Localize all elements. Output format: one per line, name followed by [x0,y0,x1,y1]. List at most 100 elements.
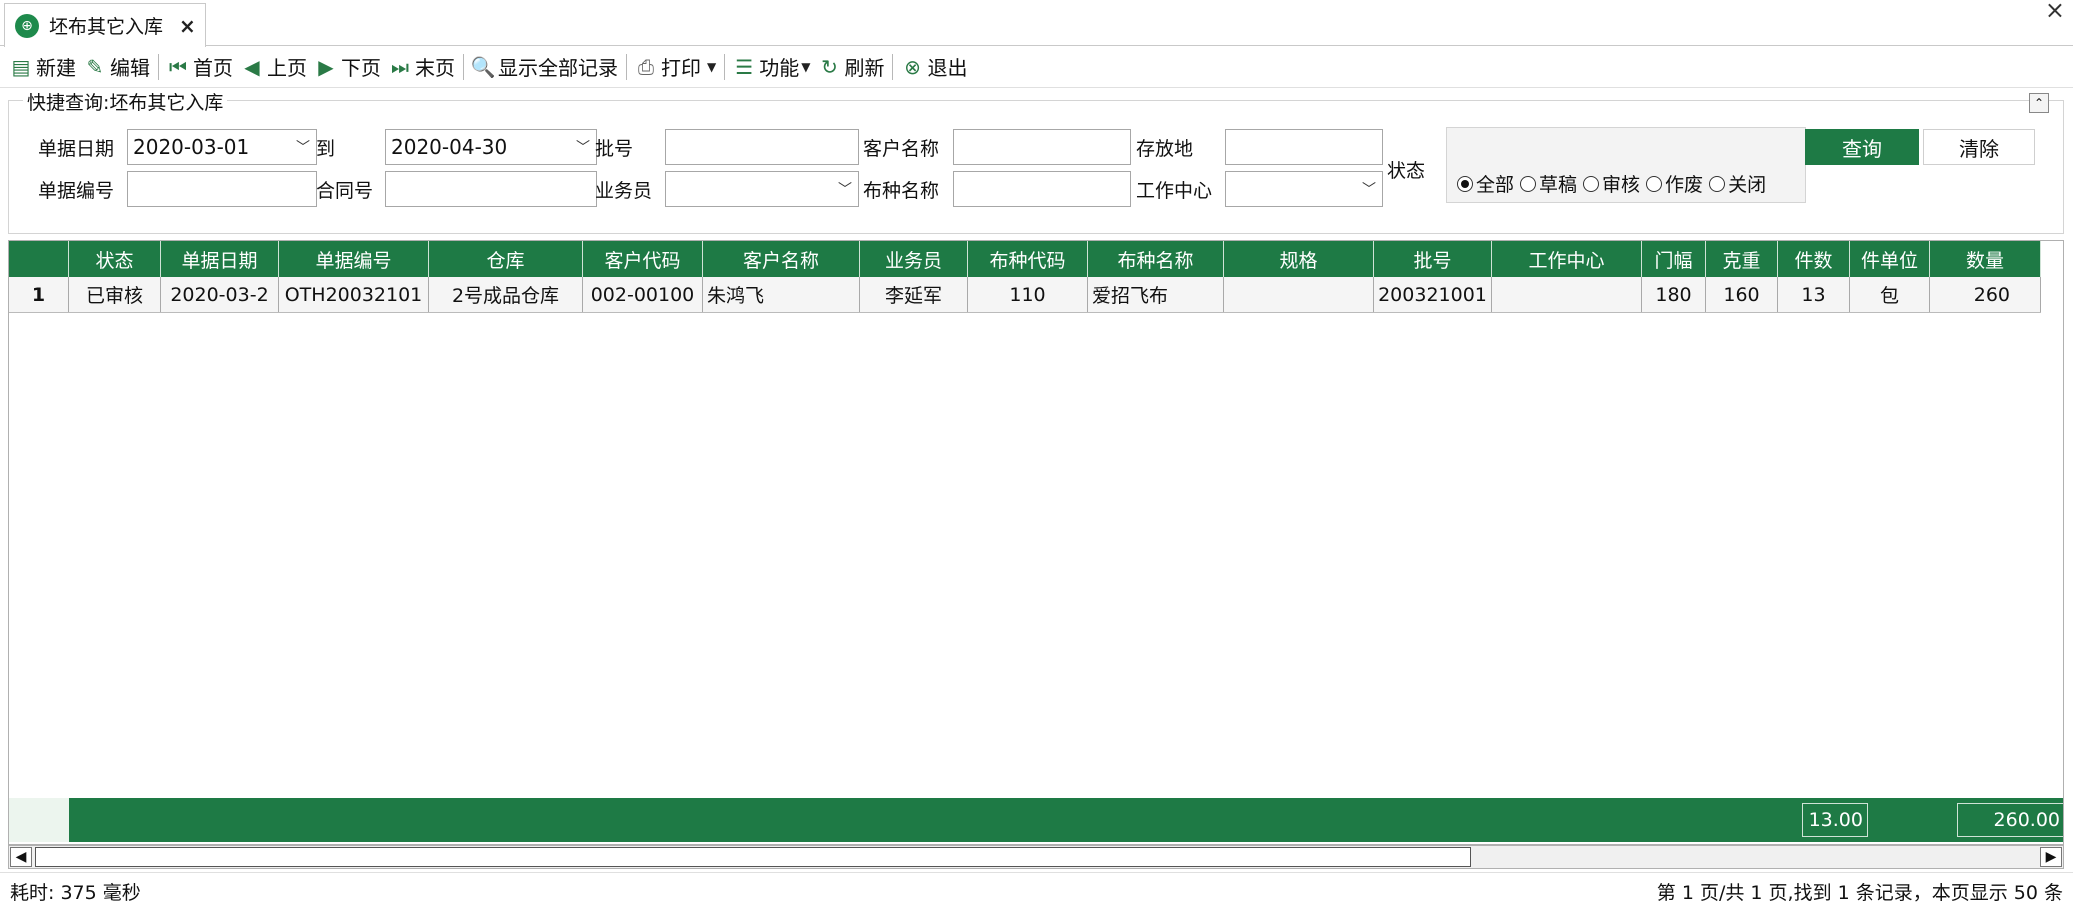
status-bar: 耗时: 375 毫秒 第 1 页/共 1 页,找到 1 条记录，本页显示 50 … [0,872,2073,910]
grid-header: 状态 单据日期 单据编号 仓库 客户代码 客户名称 业务员 布种代码 布种名称 规格 批号 工作中心门… [9,241,2041,277]
query-button[interactable]: 查询 [1805,129,1919,165]
cell-salesman: 李延军 [860,277,968,312]
scrollbar-thumb[interactable] [35,847,1471,867]
cell-width: 180 [1642,277,1706,312]
column-header-customer-name[interactable]: 客户名称 [703,241,860,277]
data-grid: 状态 单据日期 单据编号 仓库 客户代码 客户名称 业务员 布种代码 布种名称 规格 批号 工作中心门… [8,240,2064,845]
globe-icon: ⊕ [15,13,39,38]
first-page-icon: ⏮ [169,54,187,79]
print-button[interactable]: ⎙ 打印 ▼ [631,50,720,84]
date-from-field[interactable]: 2020-03-01 ﹀ [127,129,317,165]
column-header-fabric-name[interactable]: 布种名称 [1088,241,1224,277]
status-group: 全部 草稿 审核 作废 关闭 [1446,127,1806,203]
window-close-icon[interactable]: × [2045,0,2065,24]
next-icon: ▶ [318,54,334,79]
last-page-button[interactable]: ⏭ 末页 [385,50,459,84]
radio-selected-icon [1457,175,1473,192]
tab-bar: ⊕ 坯布其它入库 × × [0,0,2073,47]
exit-label: 退出 [927,56,968,80]
contract-label: 合同号 [316,180,374,202]
column-header-doc-date[interactable]: 单据日期 [161,241,279,277]
horizontal-scrollbar[interactable]: ◀ ▶ [8,845,2064,869]
chevron-down-icon: ▼ [801,59,811,74]
doc-no-label: 单据编号 [38,180,115,202]
toolbar-separator [626,53,627,80]
column-header-warehouse[interactable]: 仓库 [429,241,583,277]
totals-row-indicator [9,798,69,842]
contract-input[interactable] [385,171,597,207]
total-pieces: 13.00 [1802,803,1868,837]
refresh-label: 刷新 [844,56,885,80]
column-header-fabric-code[interactable]: 布种代码 [968,241,1088,277]
storage-input[interactable] [1225,129,1383,165]
status-radio-void[interactable]: 作废 [1646,170,1703,197]
status-radio-approved[interactable]: 审核 [1583,170,1640,197]
column-header-pieces[interactable]: 件数 [1778,241,1850,277]
next-page-button[interactable]: ▶ 下页 [311,50,385,84]
elapsed-time: 耗时: 375 毫秒 [10,882,141,904]
toolbar-separator [158,53,159,80]
cell-weight: 160 [1706,277,1778,312]
status-radio-closed[interactable]: 关闭 [1709,170,1766,197]
toolbar-separator [463,53,464,80]
collapse-icon[interactable]: ⌃ [2029,93,2049,113]
cell-customer-code: 002-00100 [583,277,703,312]
status-radio-draft[interactable]: 草稿 [1520,170,1577,197]
column-header-doc-no[interactable]: 单据编号 [279,241,429,277]
table-row[interactable]: 1 已审核 2020-03-2 OTH20032101 2号成品仓库 002-00100 朱… [9,277,2041,313]
column-header-weight[interactable]: 克重 [1706,241,1778,277]
cell-warehouse: 2号成品仓库 [429,277,583,312]
customer-name-label: 客户名称 [863,138,940,160]
clear-button[interactable]: 清除 [1923,129,2035,165]
column-header-salesman[interactable]: 业务员 [860,241,968,277]
doc-no-input[interactable] [127,171,317,207]
close-circle-icon: ⊗ [904,54,921,79]
last-page-icon: ⏭ [391,54,409,79]
cell-row-number: 1 [9,277,69,312]
column-header-piece-unit[interactable]: 件单位 [1850,241,1930,277]
status-option-label: 关闭 [1728,174,1767,196]
tab-close-icon[interactable]: × [179,14,196,38]
functions-button[interactable]: ☰ 功能 ▼ [729,50,814,84]
refresh-button[interactable]: ↻ 刷新 [814,50,888,84]
paging-info: 第 1 页/共 1 页,找到 1 条记录，本页显示 50 条 [1656,882,2063,904]
scroll-left-icon[interactable]: ◀ [10,847,32,867]
column-header-status[interactable]: 状态 [69,241,161,277]
prev-page-button[interactable]: ◀ 上页 [237,50,311,84]
scroll-right-icon[interactable]: ▶ [2040,847,2062,867]
column-header-width[interactable]: 门幅 [1642,241,1706,277]
edit-button[interactable]: ✎ 编辑 [80,50,154,84]
batch-input[interactable] [665,129,859,165]
column-header-spec[interactable]: 规格 [1224,241,1374,277]
prev-icon: ◀ [244,54,260,79]
column-header-customer-code[interactable]: 客户代码 [583,241,703,277]
date-to-value: 2020-04-30 [391,135,508,159]
status-radio-all[interactable]: 全部 [1457,170,1514,197]
fabric-name-input[interactable] [953,171,1131,207]
status-option-label: 全部 [1476,174,1515,196]
first-page-button[interactable]: ⏮ 首页 [163,50,237,84]
show-all-button[interactable]: 🔍 显示全部记录 [468,50,622,84]
work-center-select[interactable]: ﹀ [1225,171,1383,207]
list-icon: ☰ [735,54,754,79]
chevron-down-icon: ﹀ [296,140,310,156]
salesman-select[interactable]: ﹀ [665,171,859,207]
column-header-batch-no[interactable]: 批号 [1374,241,1492,277]
storage-label: 存放地 [1136,138,1194,160]
date-to-field[interactable]: 2020-04-30 ﹀ [385,129,597,165]
last-label: 末页 [415,56,455,80]
tab-fabric-other-inbound[interactable]: ⊕ 坯布其它入库 × [4,3,206,47]
column-header-quantity[interactable]: 数量 [1930,241,2041,277]
exit-button[interactable]: ⊗ 退出 [897,50,971,84]
chevron-down-icon: ﹀ [576,140,590,156]
next-label: 下页 [341,56,381,80]
total-quantity: 260.00 [1957,803,2063,837]
customer-name-input[interactable] [953,129,1131,165]
batch-label: 批号 [595,138,634,160]
cell-pieces: 13 [1778,277,1850,312]
cell-piece-unit: 包 [1850,277,1930,312]
column-header-work-center[interactable]: 工作中心 [1492,241,1642,277]
column-header-row-number[interactable] [9,241,69,277]
printer-icon: ⎙ [638,54,654,79]
new-button[interactable]: ▤ 新建 [6,50,80,84]
